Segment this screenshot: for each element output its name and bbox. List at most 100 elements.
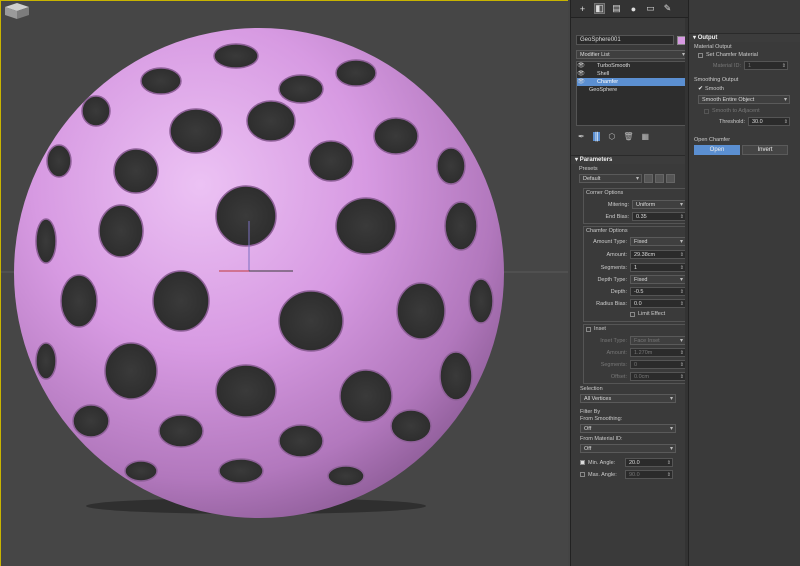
inset-segments-spinner[interactable]: 0 (630, 360, 686, 369)
open-chamfer-section: Open Chamfer Open Invert (694, 137, 798, 155)
show-end-result-icon[interactable]: ║ (592, 131, 601, 141)
from-material-dropdown[interactable]: Off (580, 444, 676, 453)
smooth-adjacent-row[interactable]: Smooth to Adjacent (694, 108, 798, 114)
viewport[interactable] (0, 0, 568, 566)
app-window: + ◧ ▤ ● ▭ ✎ GeoSphere001 Modifier List 👁… (0, 0, 800, 566)
modifier-list-dropdown[interactable]: Modifier List (576, 50, 688, 59)
smoothing-output-label: Smoothing Output (694, 77, 739, 83)
viewport-scene[interactable] (1, 1, 568, 566)
mitering-value: Uniform (636, 202, 656, 208)
output-rollout-header[interactable]: ▾ Output (689, 33, 800, 42)
inset-group: Inset Inset Type: Face Inset Amount: 1.2… (583, 324, 689, 384)
selection-label: Selection (580, 386, 603, 392)
amount-spinner[interactable]: 29.38cm (630, 250, 686, 259)
chamfer-options-label: Chamfer Options (586, 228, 628, 234)
smooth-label: Smooth (705, 85, 724, 92)
max-angle-checkbox[interactable] (580, 472, 585, 477)
pin-stack-icon[interactable]: ✒ (578, 132, 585, 141)
object-name-row: GeoSphere001 (576, 35, 688, 45)
inset-type-label: Inset Type: (600, 337, 627, 344)
selection-section: Selection All Vertices (571, 386, 689, 403)
stack-item-label: Shell (597, 71, 610, 77)
stack-item-chamfer[interactable]: 👁 Chamfer (577, 78, 687, 86)
min-angle-checkbox[interactable] (580, 460, 585, 465)
create-tab-icon[interactable]: + (577, 3, 588, 14)
limit-effect-checkbox[interactable] (630, 311, 635, 317)
limit-effect-label: Limit Effect (638, 311, 666, 317)
from-smoothing-dropdown[interactable]: Off (580, 424, 676, 433)
open-chamfer-label: Open Chamfer (694, 137, 731, 143)
presets-dropdown[interactable]: Default (579, 174, 642, 183)
display-tab-icon[interactable]: ▭ (645, 3, 656, 14)
save-preset-icon[interactable] (655, 174, 664, 183)
eye-icon[interactable]: 👁 (577, 62, 585, 70)
segments-spinner[interactable]: 1 (630, 263, 686, 272)
stack-tools: ✒ ║ ⬡ 🗑 ▦ (576, 130, 688, 142)
min-angle-spinner[interactable]: 20.0 (625, 458, 673, 467)
material-id-row: Material ID: 1 (694, 61, 798, 70)
parameters-rollout-header[interactable]: ▾ Parameters (571, 155, 689, 164)
mitering-label: Mitering: (607, 201, 629, 208)
stack-item-turbosmooth[interactable]: 👁 TurboSmooth (577, 62, 687, 70)
smooth-row[interactable]: ✔ Smooth (694, 85, 798, 93)
depth-label: Depth: (610, 288, 627, 295)
eye-icon[interactable]: 👁 (577, 70, 585, 78)
delete-preset-icon[interactable] (666, 174, 675, 183)
command-panel: + ◧ ▤ ● ▭ ✎ GeoSphere001 Modifier List 👁… (570, 0, 689, 566)
smooth-checkbox[interactable]: ✔ (698, 85, 703, 92)
utilities-tab-icon[interactable]: ✎ (662, 3, 673, 14)
from-smoothing-label: From Smoothing: (580, 416, 623, 422)
remove-modifier-icon[interactable]: 🗑 (623, 132, 633, 141)
inset-checkbox[interactable] (586, 326, 591, 332)
invert-button[interactable]: Invert (742, 145, 788, 155)
viewcube-icon[interactable] (1, 1, 33, 21)
stack-item-geosphere[interactable]: GeoSphere (577, 86, 687, 94)
set-chamfer-material-row[interactable]: Set Chamfer Material (694, 52, 798, 58)
selection-dropdown[interactable]: All Vertices (580, 394, 676, 403)
material-id-label: Material ID: (712, 62, 741, 69)
max-angle-spinner[interactable]: 90.0 (625, 470, 673, 479)
amount-type-label: Amount Type: (593, 238, 627, 245)
max-angle-label: Max. Angle: (588, 471, 617, 478)
inset-row[interactable]: Inset (586, 326, 606, 332)
hierarchy-tab-icon[interactable]: ▤ (611, 3, 622, 14)
inset-type-dropdown[interactable]: Face Inset (630, 336, 686, 345)
amount-type-dropdown[interactable]: Fixed (630, 237, 686, 246)
smoothing-output-section: Smoothing Output ✔ Smooth Smooth Entire O… (694, 77, 798, 126)
inset-offset-label: Offset: (610, 373, 627, 380)
configure-sets-icon[interactable]: ▦ (642, 132, 650, 141)
threshold-spinner[interactable]: 30.0 (748, 117, 790, 126)
stack-item-label: TurboSmooth (597, 63, 631, 69)
filter-by-label: Filter By (580, 409, 601, 415)
end-bias-label: End Bias: (605, 213, 629, 220)
material-id-spinner[interactable]: 1 (744, 61, 788, 70)
make-unique-icon[interactable]: ⬡ (608, 132, 615, 141)
load-preset-icon[interactable] (644, 174, 653, 183)
motion-tab-icon[interactable]: ● (628, 3, 639, 14)
radius-bias-label: Radius Bias: (596, 300, 627, 307)
rollout-title: Parameters (579, 157, 613, 163)
inset-amount-spinner[interactable]: 1.270m (630, 348, 686, 357)
presets-label: Presets (579, 166, 598, 172)
command-panel-tabs: + ◧ ▤ ● ▭ ✎ (571, 0, 688, 18)
smooth-mode-dropdown[interactable]: Smooth Entire Object (698, 95, 790, 104)
stack-item-label: GeoSphere (589, 87, 618, 93)
modify-tab-icon[interactable]: ◧ (594, 3, 605, 14)
open-button[interactable]: Open (694, 145, 740, 155)
eye-icon[interactable]: 👁 (577, 78, 585, 86)
radius-bias-spinner[interactable]: 0.0 (630, 299, 686, 308)
end-bias-spinner[interactable]: 0.35 (632, 212, 686, 221)
rollout-title: Output (697, 35, 718, 41)
mitering-dropdown[interactable]: Uniform (632, 200, 686, 209)
depth-type-dropdown[interactable]: Fixed (630, 275, 686, 284)
object-name-field[interactable]: GeoSphere001 (576, 35, 674, 45)
set-chamfer-material-label: Set Chamfer Material (706, 52, 758, 58)
depth-spinner[interactable]: -0.5 (630, 287, 686, 296)
set-chamfer-material-checkbox[interactable] (698, 52, 703, 58)
segments-label: Segments: (600, 264, 627, 271)
limit-effect-row[interactable]: Limit Effect (630, 311, 665, 317)
smooth-adjacent-checkbox[interactable] (704, 108, 709, 114)
stack-item-shell[interactable]: 👁 Shell (577, 70, 687, 78)
inset-offset-spinner[interactable]: 0.0cm (630, 372, 686, 381)
inset-label: Inset (594, 326, 606, 332)
